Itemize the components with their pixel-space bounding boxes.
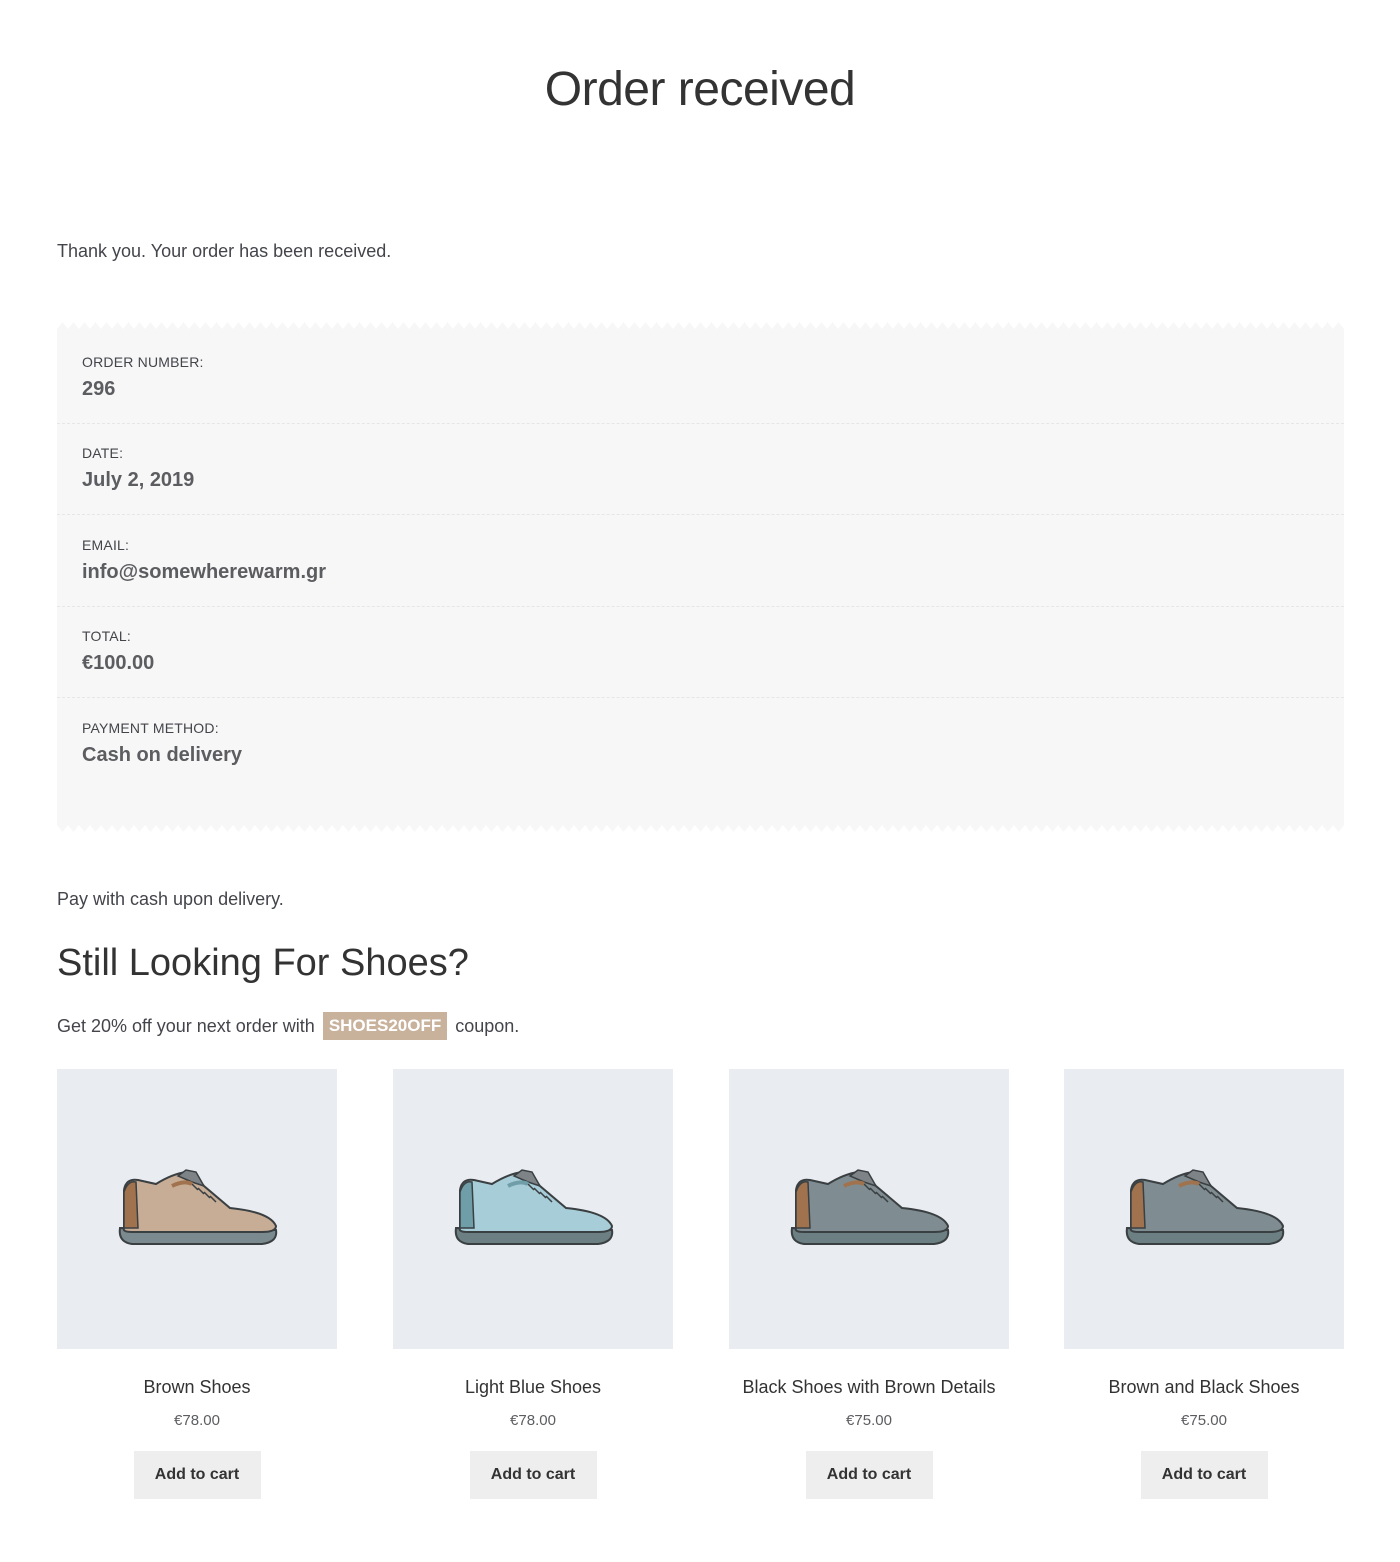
product-image[interactable] [393, 1069, 673, 1349]
product-image[interactable] [1064, 1069, 1344, 1349]
coupon-text-before: Get 20% off your next order with [57, 1015, 315, 1036]
sneaker-icon [790, 1169, 950, 1245]
order-email-row: EMAIL: info@somewherewarm.gr [57, 515, 1344, 607]
payment-method-row: PAYMENT METHOD: Cash on delivery [57, 698, 1344, 790]
product-title[interactable]: Brown Shoes [57, 1377, 337, 1398]
order-number-label: ORDER NUMBER: [82, 353, 204, 370]
order-overview-list: ORDER NUMBER: 296 DATE: July 2, 2019 EMA… [57, 332, 1344, 790]
sneaker-icon [118, 1169, 278, 1245]
product-card: Brown Shoes €78.00 Add to cart [57, 1069, 337, 1499]
product-card: Light Blue Shoes €78.00 Add to cart [393, 1069, 673, 1499]
payment-method-label: PAYMENT METHOD: [82, 720, 219, 737]
order-email-value: info@somewherewarm.gr [82, 560, 327, 583]
order-number-row: ORDER NUMBER: 296 [57, 332, 1344, 424]
product-image[interactable] [57, 1069, 337, 1349]
order-received-message: Thank you. Your order has been received. [57, 241, 392, 261]
product-price: €78.00 [510, 1412, 556, 1429]
upsell-heading: Still Looking For Shoes? [57, 942, 469, 984]
order-overview: ORDER NUMBER: 296 DATE: July 2, 2019 EMA… [57, 322, 1344, 832]
order-date-row: DATE: July 2, 2019 [57, 424, 1344, 515]
product-card: Brown and Black Shoes €75.00 Add to cart [1064, 1069, 1344, 1499]
sneaker-icon [454, 1169, 614, 1245]
order-total-label: TOTAL: [82, 628, 131, 645]
payment-instructions: Pay with cash upon delivery. [57, 889, 284, 909]
product-title[interactable]: Brown and Black Shoes [1064, 1377, 1344, 1398]
product-title[interactable]: Black Shoes with Brown Details [729, 1377, 1009, 1398]
product-price: €75.00 [1181, 1412, 1227, 1429]
coupon-text-after: coupon. [455, 1015, 520, 1036]
order-date-label: DATE: [82, 445, 124, 462]
add-to-cart-button[interactable]: Add to cart [133, 1451, 261, 1499]
page-title: Order received [544, 63, 856, 116]
order-total-row: TOTAL: €100.00 [57, 607, 1344, 698]
order-email-label: EMAIL: [82, 536, 130, 553]
coupon-message: Get 20% off your next order with SHOES20… [57, 1012, 519, 1040]
product-title[interactable]: Light Blue Shoes [393, 1377, 673, 1398]
payment-method-value: Cash on delivery [82, 744, 243, 767]
coupon-code: SHOES20OFF [322, 1012, 448, 1040]
order-total-value: €100.00 [82, 652, 155, 675]
add-to-cart-button[interactable]: Add to cart [469, 1451, 597, 1499]
product-price: €75.00 [846, 1412, 892, 1429]
order-date-value: July 2, 2019 [82, 469, 195, 492]
add-to-cart-button[interactable]: Add to cart [1140, 1451, 1268, 1499]
product-card: Black Shoes with Brown Details €75.00 Ad… [729, 1069, 1009, 1499]
order-number-value: 296 [82, 377, 116, 400]
sneaker-icon [1125, 1169, 1285, 1245]
product-price: €78.00 [174, 1412, 220, 1429]
product-image[interactable] [729, 1069, 1009, 1349]
product-grid: Brown Shoes €78.00 Add to cart Light Blu… [57, 1069, 1344, 1509]
add-to-cart-button[interactable]: Add to cart [805, 1451, 933, 1499]
